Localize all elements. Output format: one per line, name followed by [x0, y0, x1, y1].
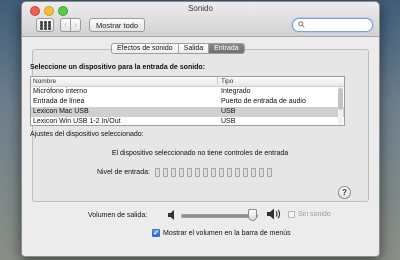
device-name: Micrófono interno [33, 88, 88, 95]
level-meter-segment [171, 168, 176, 177]
tab-output[interactable]: Salida [178, 44, 210, 53]
level-meter-segment [227, 168, 232, 177]
device-name: Lexicon Mac USB [33, 108, 89, 115]
table-row[interactable]: Entrada de línea Puerto de entrada de au… [31, 97, 344, 107]
no-controls-message: El dispositivo seleccionado no tiene con… [111, 150, 289, 157]
level-meter-segment [211, 168, 216, 177]
sound-preferences-window: Sonido ‹ › Mostrar todo [21, 1, 380, 257]
table-row[interactable]: Lexicon Win USB 1-2 In/Out USB [31, 117, 344, 125]
level-meter-segment [195, 168, 200, 177]
tab-sound-effects[interactable]: Efectos de sonido [112, 44, 179, 53]
level-meter-segment [235, 168, 240, 177]
window-title: Sonido [188, 4, 213, 13]
level-meter-segment [259, 168, 264, 177]
device-name: Entrada de línea [33, 98, 85, 105]
device-type: USB [221, 118, 236, 125]
level-meter-segment [163, 168, 168, 177]
output-volume-slider[interactable] [181, 214, 258, 218]
volume-slider-fill [182, 215, 253, 217]
input-device-heading: Seleccione un dispositivo para la entrad… [30, 64, 206, 71]
show-volume-label: Mostrar el volumen en la barra de menús [163, 229, 291, 237]
speaker-high-icon [267, 208, 281, 220]
table-row-selected[interactable]: Lexicon Mac USB USB [31, 107, 344, 117]
mute-label: Sin sonido [298, 211, 331, 218]
level-meter-segment [187, 168, 192, 177]
level-meter-segment [179, 168, 184, 177]
column-header-name[interactable]: Nombre [33, 77, 56, 86]
mute-checkbox[interactable]: Sin sonido [288, 211, 331, 218]
search-input[interactable] [306, 20, 368, 30]
level-meter-segment [203, 168, 208, 177]
level-meter-segment [155, 168, 160, 177]
mute-checkbox-box[interactable] [288, 211, 295, 218]
column-header-type[interactable]: Tipo [221, 77, 233, 86]
speaker-low-icon [168, 210, 174, 220]
input-level-meter [155, 168, 272, 177]
input-device-table[interactable]: Nombre Tipo Micrófono interno Integrado … [30, 76, 345, 126]
help-button[interactable]: ? [338, 186, 351, 199]
device-type: USB [221, 108, 236, 115]
output-volume-label: Volumen de salida: [88, 212, 148, 219]
level-meter-segment [251, 168, 256, 177]
table-row[interactable]: Micrófono interno Integrado [31, 87, 344, 97]
forward-button[interactable]: › [70, 18, 81, 32]
input-level-label: Nivel de entrada: [97, 169, 150, 176]
volume-slider-thumb[interactable] [248, 209, 258, 221]
device-name: Lexicon Win USB 1-2 In/Out [33, 118, 121, 125]
tab-input[interactable]: Entrada [209, 44, 244, 53]
show-all-button[interactable]: Mostrar todo [89, 18, 146, 32]
scrollbar-thumb[interactable] [338, 88, 343, 110]
grid-view-button[interactable] [36, 18, 54, 32]
table-header: Nombre Tipo [31, 77, 344, 87]
show-volume-in-menubar-checkbox[interactable]: ✓ Mostrar el volumen en la barra de menú… [152, 229, 291, 237]
search-field[interactable] [292, 18, 373, 32]
level-meter-segment [243, 168, 248, 177]
checkmark-icon[interactable]: ✓ [152, 229, 160, 237]
title-bar: Sonido ‹ › Mostrar todo [22, 2, 379, 37]
column-divider [217, 77, 218, 84]
level-meter-segment [219, 168, 224, 177]
table-scrollbar[interactable] [338, 87, 343, 125]
search-icon [298, 21, 305, 28]
device-type: Integrado [221, 88, 251, 95]
device-type: Puerto de entrada de audio [221, 98, 306, 105]
level-meter-segment [267, 168, 272, 177]
device-settings-label: Ajustes del dispositivo seleccionado: [30, 131, 144, 138]
tab-bar: Efectos de sonido Salida Entrada [111, 43, 245, 54]
